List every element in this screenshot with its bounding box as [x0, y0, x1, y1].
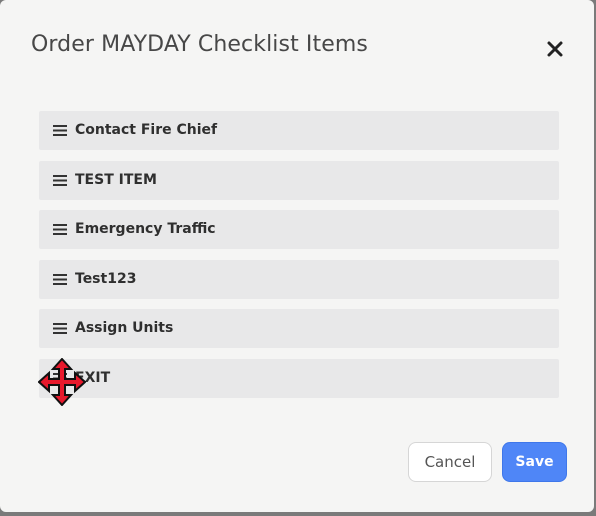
list-item[interactable]: Contact Fire Chief: [39, 111, 559, 150]
save-button[interactable]: Save: [502, 442, 567, 482]
close-button[interactable]: [544, 38, 566, 60]
drag-handle-icon[interactable]: [53, 273, 67, 285]
list-item-label: TEST ITEM: [75, 171, 157, 188]
checklist-sortable-list: Contact Fire Chief TEST ITEM Emergency T…: [39, 111, 559, 409]
list-item-label: Emergency Traffic: [75, 221, 216, 238]
drag-handle-icon[interactable]: [53, 224, 67, 236]
list-item-label: Contact Fire Chief: [75, 122, 218, 138]
drag-handle-icon[interactable]: [53, 323, 67, 335]
list-item[interactable]: Test123: [39, 259, 559, 299]
list-item[interactable]: EXIT: [39, 358, 559, 398]
modal-title: Order MAYDAY Checklist Items: [31, 32, 368, 57]
drag-handle-icon[interactable]: [53, 125, 67, 136]
cancel-button[interactable]: Cancel: [408, 442, 492, 482]
list-item-label: Assign Units: [75, 320, 174, 337]
list-item-label: Test123: [75, 270, 137, 287]
close-icon: [547, 41, 563, 57]
list-item[interactable]: Assign Units: [39, 309, 559, 349]
drag-handle-icon[interactable]: [53, 372, 67, 384]
order-checklist-modal: Order MAYDAY Checklist Items Contact Fir…: [0, 0, 594, 512]
list-item-label: EXIT: [75, 369, 111, 386]
list-item[interactable]: TEST ITEM: [39, 160, 559, 200]
drag-handle-icon[interactable]: [53, 174, 67, 186]
list-item[interactable]: Emergency Traffic: [39, 210, 559, 250]
